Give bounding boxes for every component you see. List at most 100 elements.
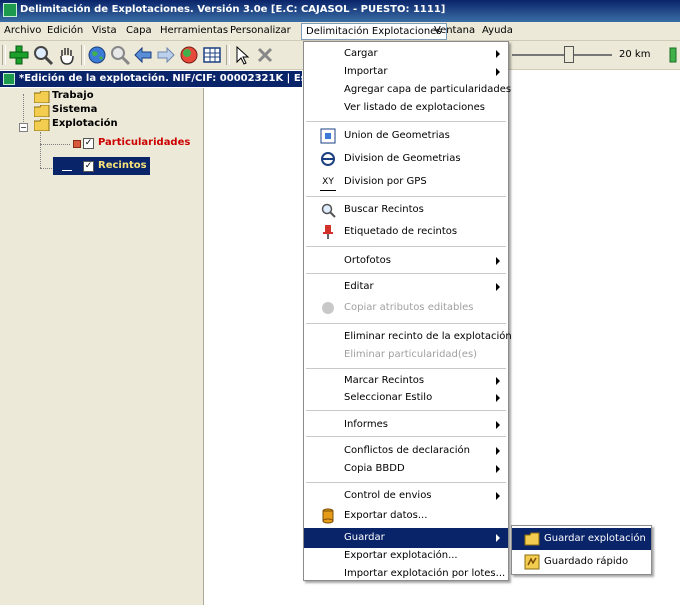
submenu-arrow-icon <box>496 534 500 542</box>
layer-color-swatch <box>73 140 81 148</box>
submenu-arrow-icon <box>496 377 500 385</box>
menu-archivo[interactable]: Archivo <box>4 25 41 36</box>
menu-vista[interactable]: Vista <box>92 25 117 36</box>
menu-item-importar[interactable]: Importar <box>304 62 508 82</box>
menu-item-copia-bbdd[interactable]: Copia BBDD <box>304 459 508 479</box>
scale-slider-thumb[interactable] <box>564 46 574 63</box>
menu-item-seleccionar-estilo[interactable]: Seleccionar Estilo <box>304 388 508 408</box>
menu-item-editar[interactable]: Editar <box>304 277 508 297</box>
zoom-icon[interactable] <box>32 44 54 66</box>
menu-item-eliminar-recinto[interactable]: Eliminar recinto de la explotación <box>304 327 512 347</box>
menu-divider <box>306 246 506 247</box>
menu-item-division-gps[interactable]: XY Division por GPS <box>304 172 508 192</box>
tree-line <box>40 132 41 168</box>
layer-tree: Trabajo Sistema − Explotación ✓ Particul… <box>0 88 204 605</box>
menu-item-label: Marcar Recintos <box>344 375 425 386</box>
menu-item-label: Agregar capa de particularidades <box>344 84 512 95</box>
toolbar-separator <box>2 45 6 65</box>
submenu-item-guardado-rapido[interactable]: Guardado rápido <box>512 551 651 573</box>
menu-divider <box>306 482 506 483</box>
menu-item-informes[interactable]: Informes <box>304 415 508 435</box>
menu-ayuda[interactable]: Ayuda <box>482 25 513 36</box>
particularidades-checkbox[interactable]: ✓ <box>83 138 94 149</box>
xy-gps-icon: XY <box>320 174 336 191</box>
select-pointer-icon[interactable] <box>231 44 253 66</box>
menu-edicion[interactable]: Edición <box>47 25 83 36</box>
globe-icon[interactable] <box>86 44 108 66</box>
menu-item-label: Guardar <box>344 532 385 543</box>
tree-node-particularidades[interactable]: Particularidades <box>98 137 190 148</box>
menu-divider <box>306 323 506 324</box>
menu-item-ver-listado[interactable]: Ver listado de explotaciones <box>304 98 508 118</box>
scale-label: 20 km <box>619 49 651 60</box>
menu-item-agregar-capa[interactable]: Agregar capa de particularidades <box>304 80 512 100</box>
menu-item-control-envios[interactable]: Control de envios <box>304 486 508 506</box>
menu-item-cargar[interactable]: Cargar <box>304 44 508 64</box>
menu-item-etiquetado[interactable]: Etiquetado de recintos <box>304 222 508 242</box>
pan-hand-icon[interactable] <box>56 44 78 66</box>
menu-herramientas[interactable]: Herramientas <box>160 25 228 36</box>
menu-item-exportar-explotacion[interactable]: Exportar explotación... <box>304 546 508 566</box>
menu-divider <box>306 436 506 437</box>
menu-item-label: Seleccionar Estilo <box>344 392 433 403</box>
tree-expander-icon[interactable]: − <box>19 123 28 132</box>
forward-arrow-icon[interactable] <box>155 44 177 66</box>
grid-icon[interactable] <box>201 44 223 66</box>
folder-icon <box>33 90 50 104</box>
title-bar: Delimitación de Explotaciones. Versión 3… <box>0 0 680 22</box>
back-arrow-icon[interactable] <box>132 44 154 66</box>
submenu-arrow-icon <box>496 257 500 265</box>
zoom-out-icon[interactable] <box>109 44 131 66</box>
menu-delimitacion-explotaciones[interactable]: Delimitación Explotaciones <box>301 23 447 40</box>
menu-item-conflictos[interactable]: Conflictos de declaración <box>304 441 508 461</box>
quick-save-icon <box>524 554 540 570</box>
menu-item-ortofotos[interactable]: Ortofotos <box>304 251 508 271</box>
folder-icon <box>33 118 50 132</box>
menu-item-label: Conflictos de declaración <box>344 445 470 456</box>
window-title: Delimitación de Explotaciones. Versión 3… <box>20 4 446 15</box>
menu-item-label: Cargar <box>344 48 378 59</box>
menu-personalizar[interactable]: Personalizar <box>230 25 291 36</box>
menu-ventana[interactable]: Ventana <box>434 25 475 36</box>
menu-item-division-geometrias[interactable]: Division de Geometrias <box>304 149 508 169</box>
layers-icon[interactable] <box>178 44 200 66</box>
tree-node-explotacion[interactable]: Explotación <box>52 118 118 129</box>
menu-item-eliminar-particularidad: Eliminar particularidad(es) <box>304 345 508 365</box>
copy-attributes-icon <box>320 300 336 316</box>
menu-bar: Archivo Edición Vista Capa Herramientas … <box>0 22 680 41</box>
menu-divider <box>306 196 506 197</box>
menu-item-exportar-datos[interactable]: Exportar datos... <box>304 506 508 526</box>
submenu-arrow-icon <box>496 283 500 291</box>
panel-icon <box>3 73 15 85</box>
submenu-item-guardar-explotacion[interactable]: Guardar explotación <box>512 528 651 550</box>
menu-item-guardar[interactable]: Guardar <box>304 528 508 548</box>
tree-node-recintos[interactable]: Recintos <box>98 160 147 171</box>
scale-icon[interactable] <box>666 46 680 64</box>
menu-item-label: Division por GPS <box>344 176 427 187</box>
tree-line <box>40 144 70 145</box>
database-export-icon <box>320 508 336 524</box>
menu-item-label: Control de envios <box>344 490 432 501</box>
menu-item-copiar-atributos: Copiar atributos editables <box>304 298 508 318</box>
menu-capa[interactable]: Capa <box>126 25 152 36</box>
panel-title: *Edición de la explotación. NIF/CIF: 000… <box>19 73 302 84</box>
tree-node-trabajo[interactable]: Trabajo <box>52 90 94 101</box>
submenu-arrow-icon <box>496 421 500 429</box>
tool-icon[interactable] <box>254 44 276 66</box>
guardar-submenu: Guardar explotación Guardado rápido <box>511 525 652 575</box>
menu-item-label: Guardado rápido <box>544 556 629 567</box>
menu-item-label: Exportar datos... <box>344 510 428 521</box>
menu-item-importar-lotes[interactable]: Importar explotación por lotes... <box>304 564 508 584</box>
panel-title-bar: *Edición de la explotación. NIF/CIF: 000… <box>0 71 302 87</box>
menu-item-label: Etiquetado de recintos <box>344 226 458 237</box>
menu-divider <box>306 121 506 122</box>
tree-node-sistema[interactable]: Sistema <box>52 104 97 115</box>
recintos-checkbox[interactable]: ✓ <box>83 161 94 172</box>
menu-item-union-geometrias[interactable]: Union de Geometrias <box>304 126 508 146</box>
menu-item-label: Exportar explotación... <box>344 550 458 561</box>
menu-item-buscar-recintos[interactable]: Buscar Recintos <box>304 200 508 220</box>
app-icon <box>3 3 17 17</box>
menu-item-label: Ver listado de explotaciones <box>344 102 485 113</box>
add-icon[interactable] <box>8 44 30 66</box>
scale-slider-track[interactable] <box>512 54 612 56</box>
